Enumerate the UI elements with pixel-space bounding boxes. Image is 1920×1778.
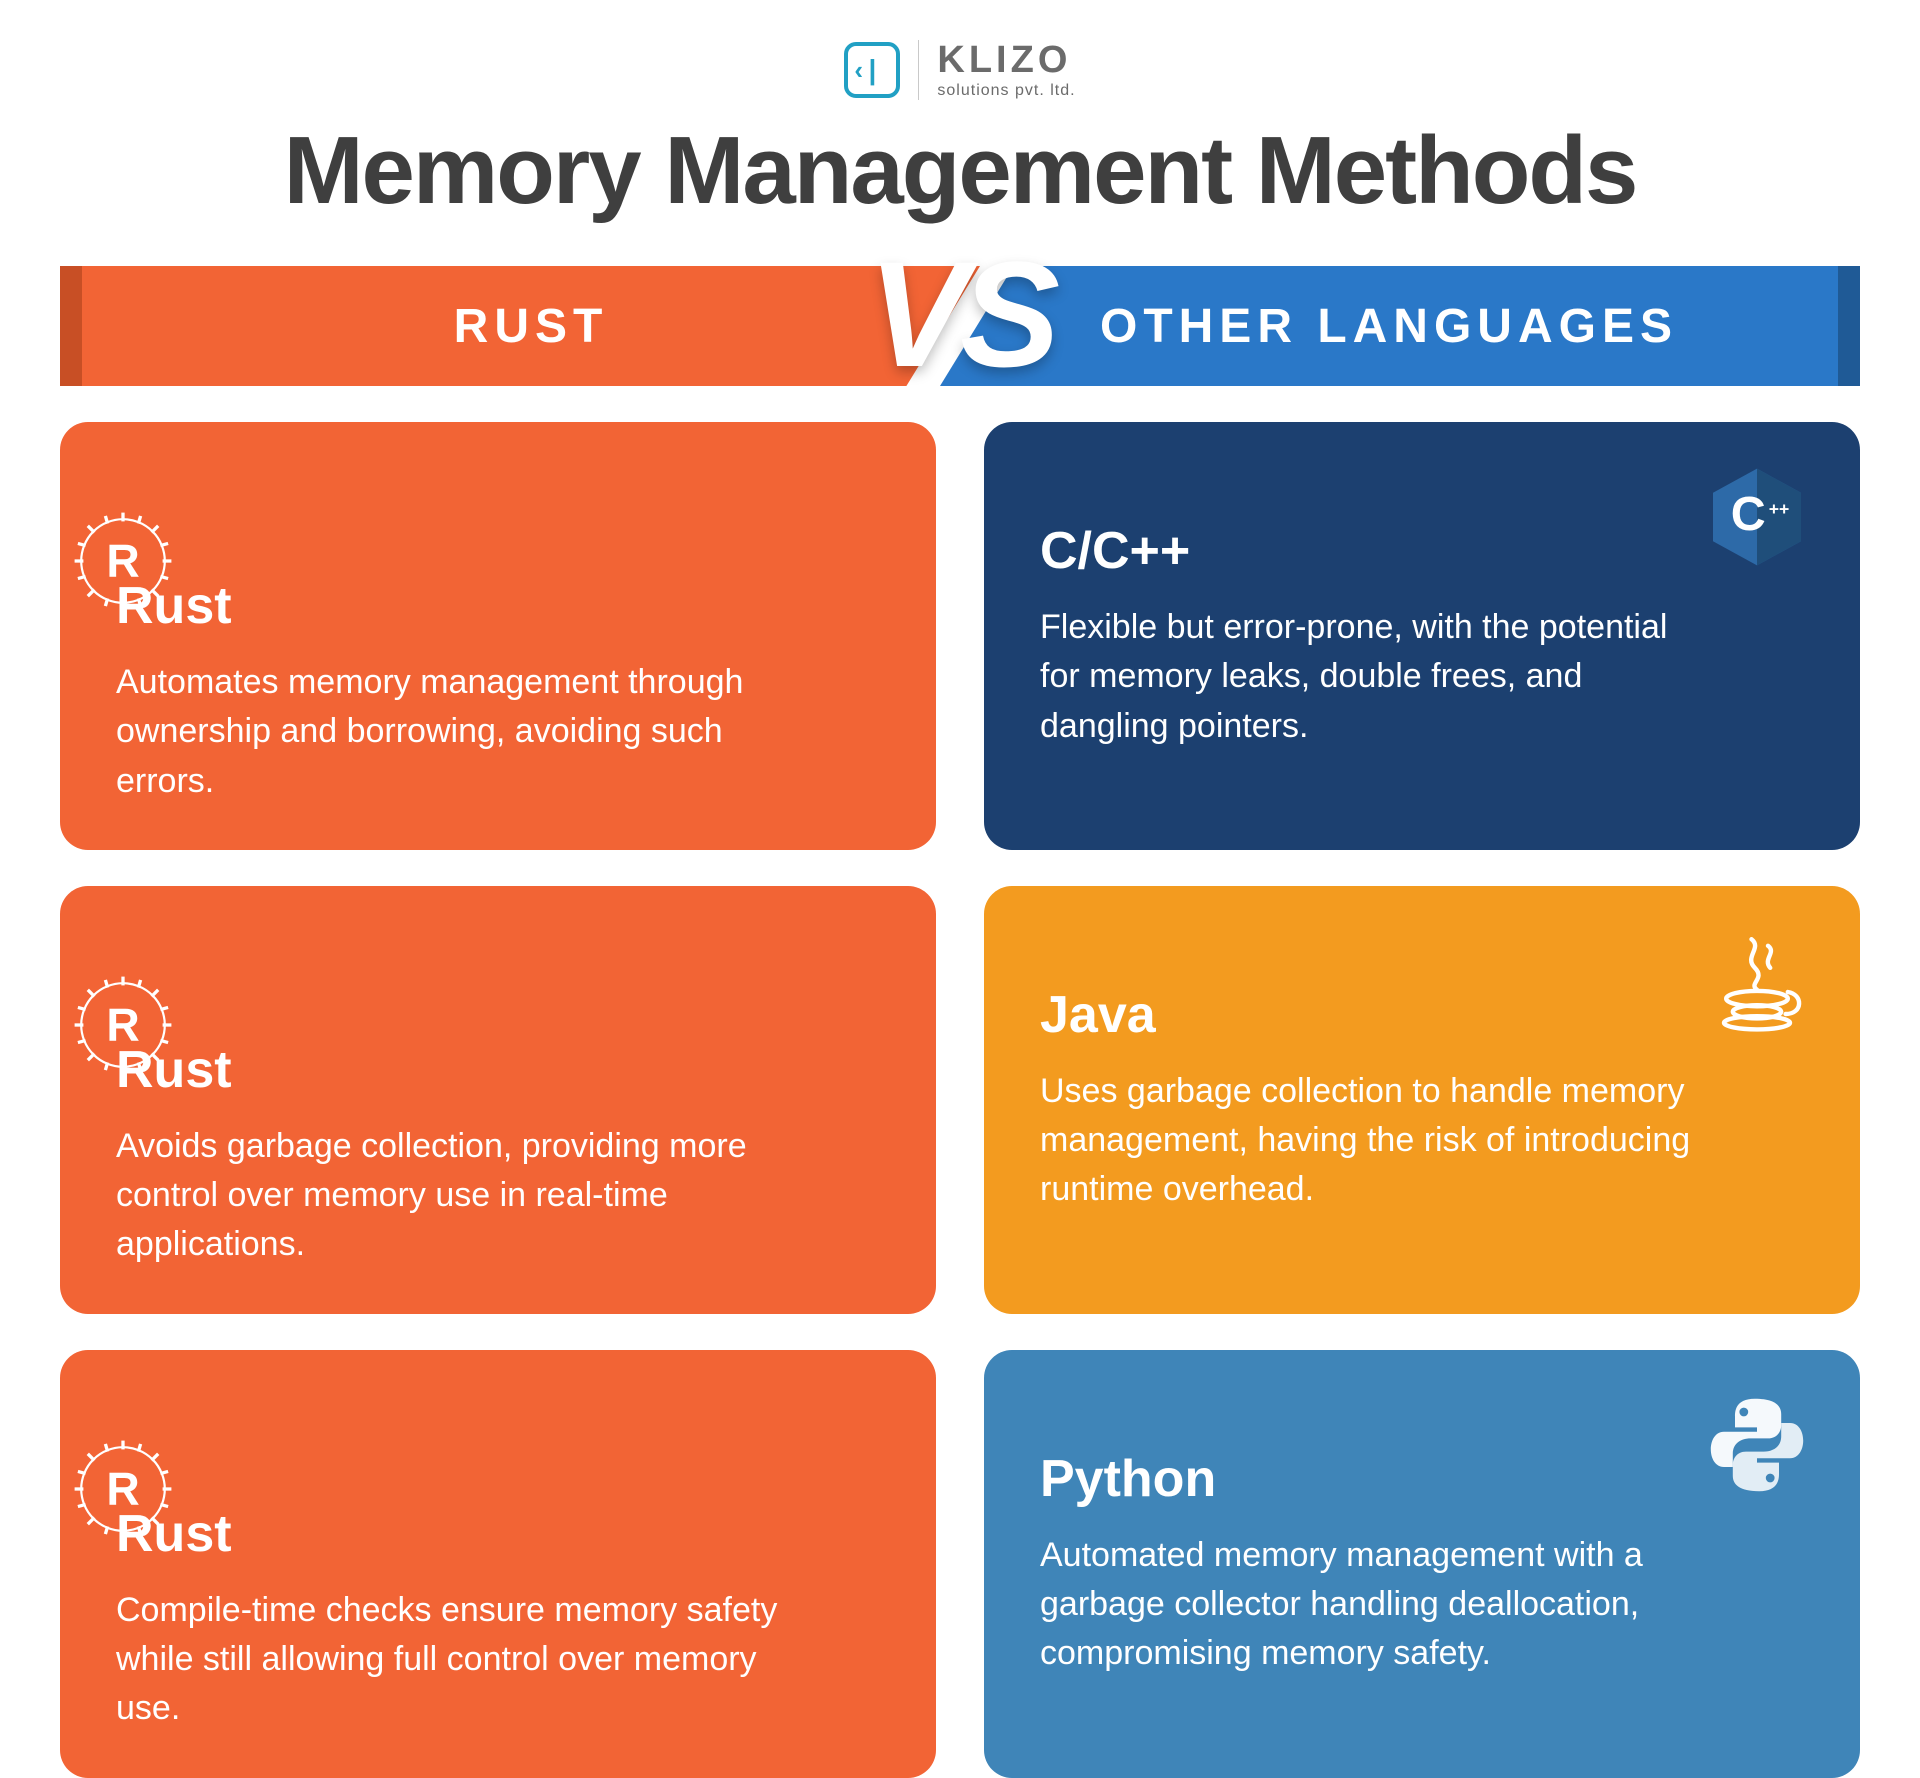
svg-text:C: C [1731, 487, 1766, 541]
cpp-icon: C ++ [1702, 462, 1812, 572]
logo-mark-icon: | [844, 42, 900, 98]
card-rust-3: R Rust Compile-time checks ensure memory… [60, 1350, 936, 1778]
card-body: Flexible but error-prone, with the poten… [1040, 603, 1712, 751]
card-title: Rust [116, 1040, 880, 1100]
card-body: Avoids garbage collection, providing mor… [116, 1122, 788, 1270]
python-icon [1702, 1390, 1812, 1500]
vs-right-label: OTHER LANGUAGES [940, 266, 1860, 386]
card-title: Rust [116, 576, 880, 636]
card-body: Compile-time checks ensure memory safety… [116, 1586, 788, 1734]
card-python: Python Automated memory management with … [984, 1350, 1860, 1778]
svg-text:R: R [106, 998, 139, 1050]
logo-divider [918, 40, 919, 100]
card-rust-2: R Rust Avoids garbage collection, provid… [60, 886, 936, 1314]
vs-banner: RUST OTHER LANGUAGES VS [60, 266, 1860, 386]
card-body: Automates memory management through owne… [116, 658, 788, 806]
rust-gear-icon: R [68, 1434, 178, 1544]
vs-left-label: RUST [60, 266, 980, 386]
rust-gear-icon: R [68, 506, 178, 616]
header: | KLIZO solutions pvt. ltd. Memory Manag… [60, 40, 1860, 226]
card-title: Rust [116, 1504, 880, 1564]
svg-text:R: R [106, 534, 139, 586]
card-body: Uses garbage collection to handle memory… [1040, 1067, 1712, 1215]
svg-text:++: ++ [1769, 499, 1790, 519]
card-title: Java [1040, 985, 1804, 1045]
card-java: Java Uses garbage collection to handle m… [984, 886, 1860, 1314]
java-icon [1702, 926, 1812, 1036]
logo: | KLIZO solutions pvt. ltd. [844, 40, 1075, 100]
svg-text:R: R [106, 1462, 139, 1514]
card-body: Automated memory management with a garba… [1040, 1531, 1712, 1679]
comparison-grid: R Rust Automates memory management throu… [60, 422, 1860, 1778]
rust-gear-icon: R [68, 970, 178, 1080]
logo-name: KLIZO [937, 41, 1071, 79]
card-title: C/C++ [1040, 521, 1804, 581]
card-rust-1: R Rust Automates memory management throu… [60, 422, 936, 850]
card-ccpp: C ++ C/C++ Flexible but error-prone, wit… [984, 422, 1860, 850]
card-title: Python [1040, 1449, 1804, 1509]
logo-subtitle: solutions pvt. ltd. [937, 83, 1075, 99]
page-title: Memory Management Methods [60, 116, 1860, 226]
logo-text: KLIZO solutions pvt. ltd. [937, 41, 1075, 99]
